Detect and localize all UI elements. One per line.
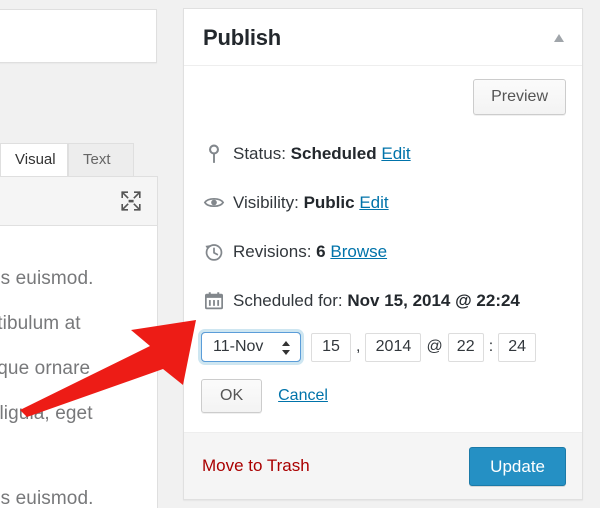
move-to-trash-link[interactable]: Move to Trash xyxy=(202,456,310,476)
visibility-edit-link[interactable]: Edit xyxy=(359,193,388,212)
scheduled-for-label: Scheduled for: xyxy=(233,290,343,310)
editor-toolbar xyxy=(0,176,158,226)
date-editor-actions: OK Cancel xyxy=(184,369,582,423)
revisions-clock-icon xyxy=(201,240,227,264)
publish-panel-header: Publish xyxy=(184,9,582,66)
revisions-row: Revisions: 6 Browse xyxy=(184,227,582,276)
colon-separator: : xyxy=(488,338,494,355)
revisions-label: Revisions: xyxy=(233,241,312,261)
pin-icon xyxy=(201,142,227,166)
preview-button[interactable]: Preview xyxy=(473,79,566,115)
minute-input[interactable]: 24 xyxy=(498,332,537,362)
publish-panel-body: Preview Status: Scheduled Edit Visibilit… xyxy=(184,66,582,423)
content-line: ollis euismod. xyxy=(0,488,94,508)
content-line: estibulum at xyxy=(0,313,81,334)
ok-button[interactable]: OK xyxy=(201,379,263,413)
visibility-row: Visibility: Public Edit xyxy=(184,178,582,227)
cancel-link[interactable]: Cancel xyxy=(278,387,328,405)
visibility-value: Public xyxy=(303,192,355,212)
month-select[interactable]: 11-Nov xyxy=(201,332,301,362)
status-row: Status: Scheduled Edit xyxy=(184,129,582,178)
month-select-value: 11-Nov xyxy=(213,338,264,355)
status-value: Scheduled xyxy=(290,143,377,163)
update-button[interactable]: Update xyxy=(469,446,566,486)
status-text: Status: Scheduled Edit xyxy=(233,144,411,164)
publish-panel-footer: Move to Trash Update xyxy=(184,432,582,499)
scheduled-for-row: Scheduled for: Nov 15, 2014 @ 22:24 xyxy=(184,276,582,325)
content-line: or ligula, eget xyxy=(0,403,93,424)
editor-mode-tabs: Visual Text xyxy=(0,143,158,177)
fullscreen-icon[interactable] xyxy=(119,189,143,213)
eye-icon xyxy=(201,191,227,215)
editor-content-area[interactable]: ollis euismod. estibulum at esque ornare… xyxy=(0,226,158,508)
visibility-label: Visibility: xyxy=(233,192,299,212)
revisions-browse-link[interactable]: Browse xyxy=(330,242,387,261)
hour-input[interactable]: 22 xyxy=(447,332,484,362)
calendar-icon xyxy=(201,289,227,313)
tab-text-label: Text xyxy=(83,151,111,168)
content-line: ollis euismod. xyxy=(0,268,94,289)
chevron-up-icon[interactable] xyxy=(550,31,568,45)
preview-row: Preview xyxy=(184,66,582,129)
status-edit-link[interactable]: Edit xyxy=(381,144,410,163)
revisions-value: 6 xyxy=(316,241,326,261)
page-title: Publish xyxy=(203,25,282,50)
scheduled-for-text: Scheduled for: Nov 15, 2014 @ 22:24 xyxy=(233,291,520,311)
at-separator: @ xyxy=(426,338,443,355)
year-input[interactable]: 2014 xyxy=(365,332,422,362)
post-title-input[interactable] xyxy=(0,9,157,63)
comma-separator: , xyxy=(356,338,361,355)
day-input[interactable]: 15 xyxy=(311,332,351,362)
revisions-text: Revisions: 6 Browse xyxy=(233,242,387,262)
status-label: Status: xyxy=(233,143,286,163)
scheduled-for-value: Nov 15, 2014 @ 22:24 xyxy=(347,290,520,310)
date-editor-row: 11-Nov 15 , 2014 @ 22 : 24 xyxy=(184,325,582,369)
tab-text[interactable]: Text xyxy=(68,143,134,176)
post-editor-column: Visual Text ollis euismod. xyxy=(0,0,168,508)
stepper-updown-icon[interactable] xyxy=(281,338,291,358)
tab-visual[interactable]: Visual xyxy=(0,143,68,176)
screenshot-root: Visual Text ollis euismod. xyxy=(0,0,600,508)
publish-metabox: Publish Preview Status: Scheduled Edit V… xyxy=(183,8,583,500)
content-line: esque ornare xyxy=(0,358,91,379)
tab-visual-label: Visual xyxy=(15,151,56,168)
visibility-text: Visibility: Public Edit xyxy=(233,193,389,213)
